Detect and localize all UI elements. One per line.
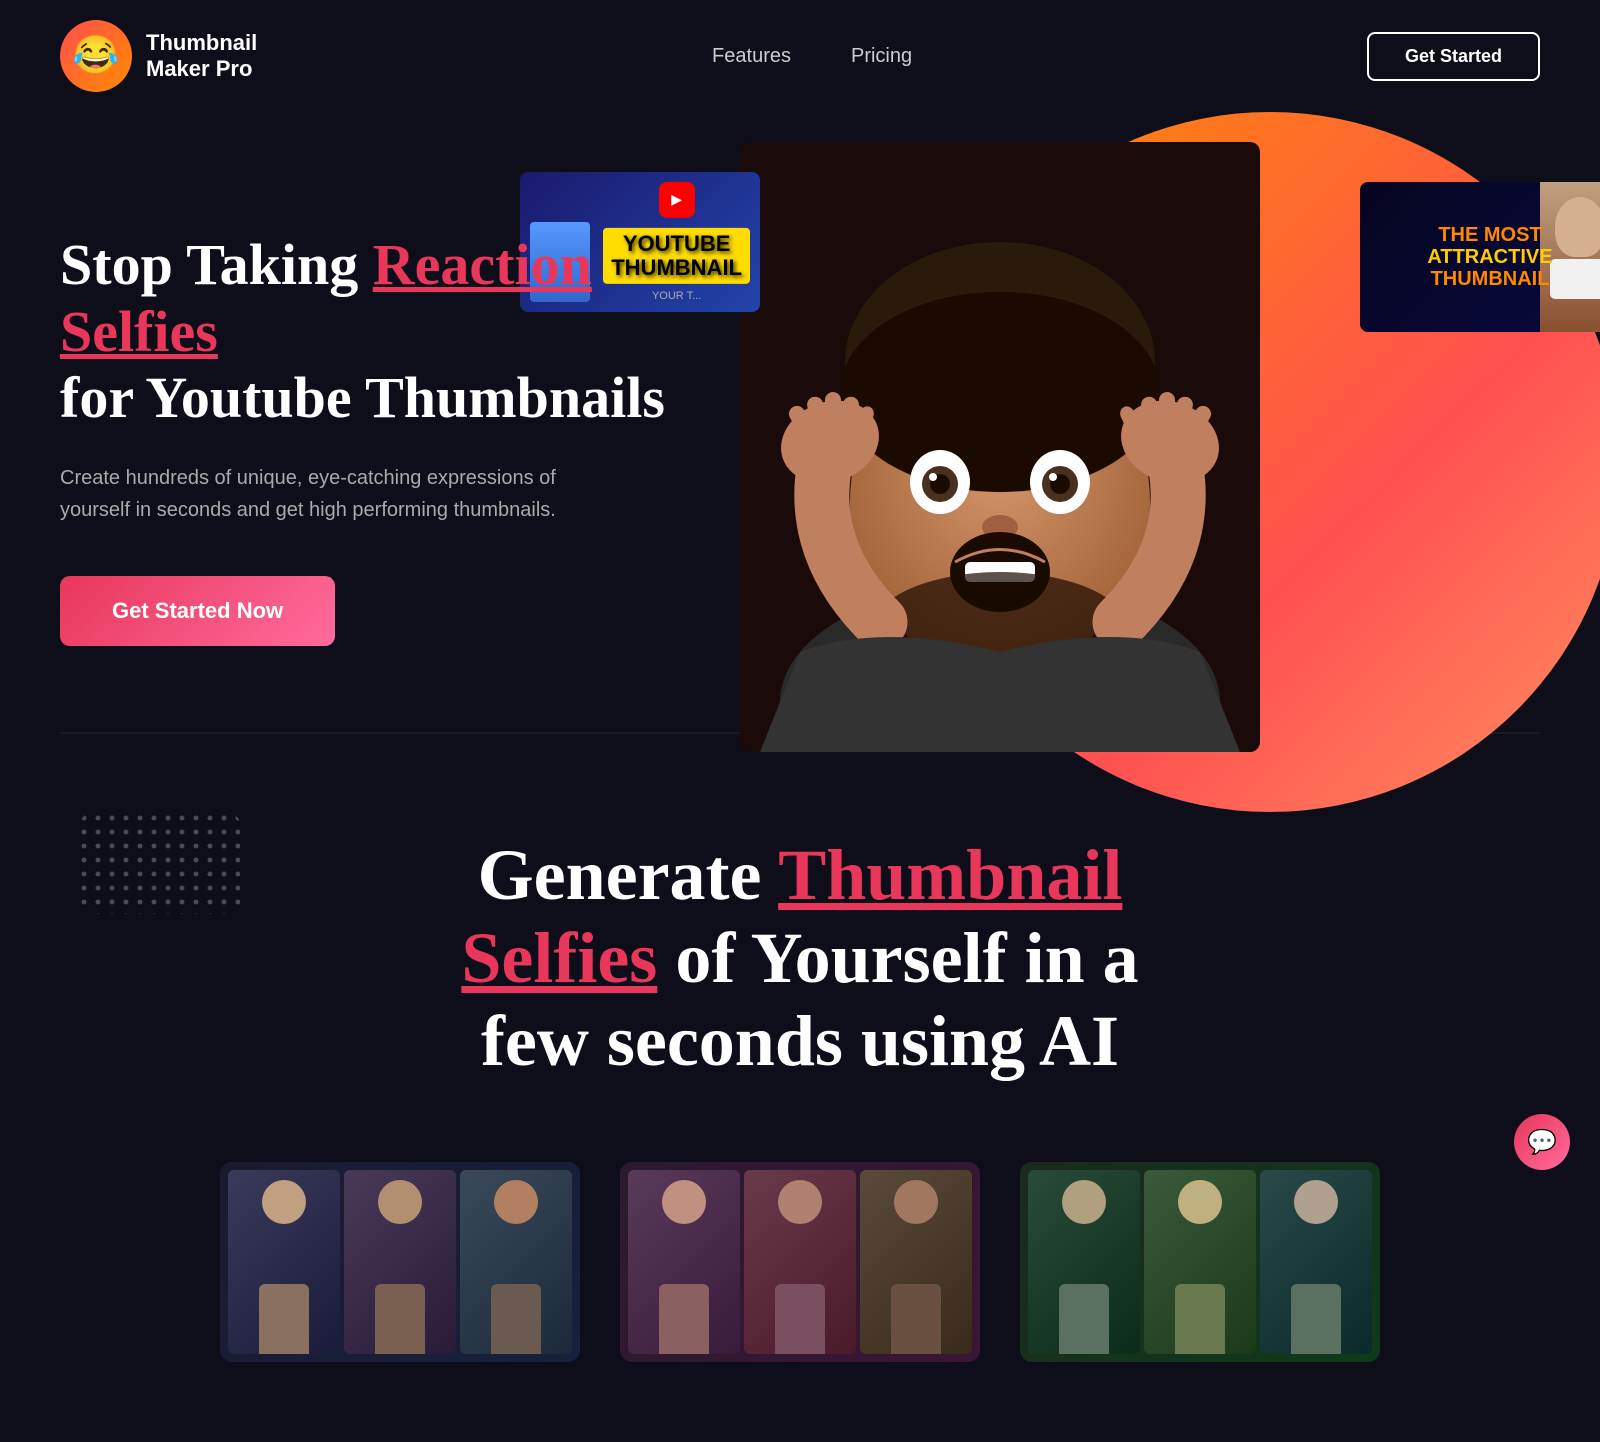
generate-headline: Generate Thumbnail Selfies of Yourself i…: [450, 834, 1150, 1082]
thumb-item-2c: [860, 1170, 972, 1354]
hero-subtitle: Create hundreds of unique, eye-catching …: [60, 462, 580, 526]
thumb-item-2a: [628, 1170, 740, 1354]
thumb-group-1: [220, 1162, 580, 1362]
hero-cta-button[interactable]: Get Started Now: [60, 576, 335, 646]
hero-left: Stop Taking Reaction Selfies for Youtube…: [60, 152, 740, 732]
logo-icon: 😂: [60, 20, 132, 92]
nav-links: Features Pricing: [712, 45, 912, 68]
shocked-person-svg: [740, 142, 1260, 752]
thumb-item-3c: [1260, 1170, 1372, 1354]
thumb-item-1a: [228, 1170, 340, 1354]
thumb-item-2b: [744, 1170, 856, 1354]
generate-section: Generate Thumbnail Selfies of Yourself i…: [0, 734, 1600, 1442]
logo[interactable]: 😂 Thumbnail Maker Pro: [60, 20, 257, 92]
yt-thumb-text-2: THE MOSTATTRACTIVETHUMBNAIL: [1427, 224, 1552, 290]
thumb-item-3b: [1144, 1170, 1256, 1354]
hero-headline: Stop Taking Reaction Selfies for Youtube…: [60, 232, 740, 432]
hero-person-image: [740, 142, 1260, 752]
nav-cta-button[interactable]: Get Started: [1367, 32, 1540, 81]
chat-bubble-button[interactable]: 💬: [1514, 1114, 1570, 1170]
logo-text: Thumbnail Maker Pro: [146, 30, 257, 83]
dot-pattern-decoration: [80, 814, 240, 914]
hero-section: Stop Taking Reaction Selfies for Youtube…: [0, 112, 1600, 732]
thumb-item-1b: [344, 1170, 456, 1354]
hero-visual: ▶ YOUTUBETHUMBNAIL YOUR T...: [740, 152, 1540, 732]
yt-thumbnail-2: ✦✦✦ THE MOSTATTRACTIVETHUMBNAIL ↗: [1360, 182, 1600, 332]
nav-pricing-link[interactable]: Pricing: [851, 45, 912, 68]
navbar: 😂 Thumbnail Maker Pro Features Pricing G…: [0, 0, 1600, 112]
thumb-item-3a: [1028, 1170, 1140, 1354]
thumb-group-2: [620, 1162, 980, 1362]
thumb-item-1c: [460, 1170, 572, 1354]
thumbnails-strip: [60, 1142, 1540, 1382]
nav-features-link[interactable]: Features: [712, 45, 791, 68]
thumb-group-3: [1020, 1162, 1380, 1362]
